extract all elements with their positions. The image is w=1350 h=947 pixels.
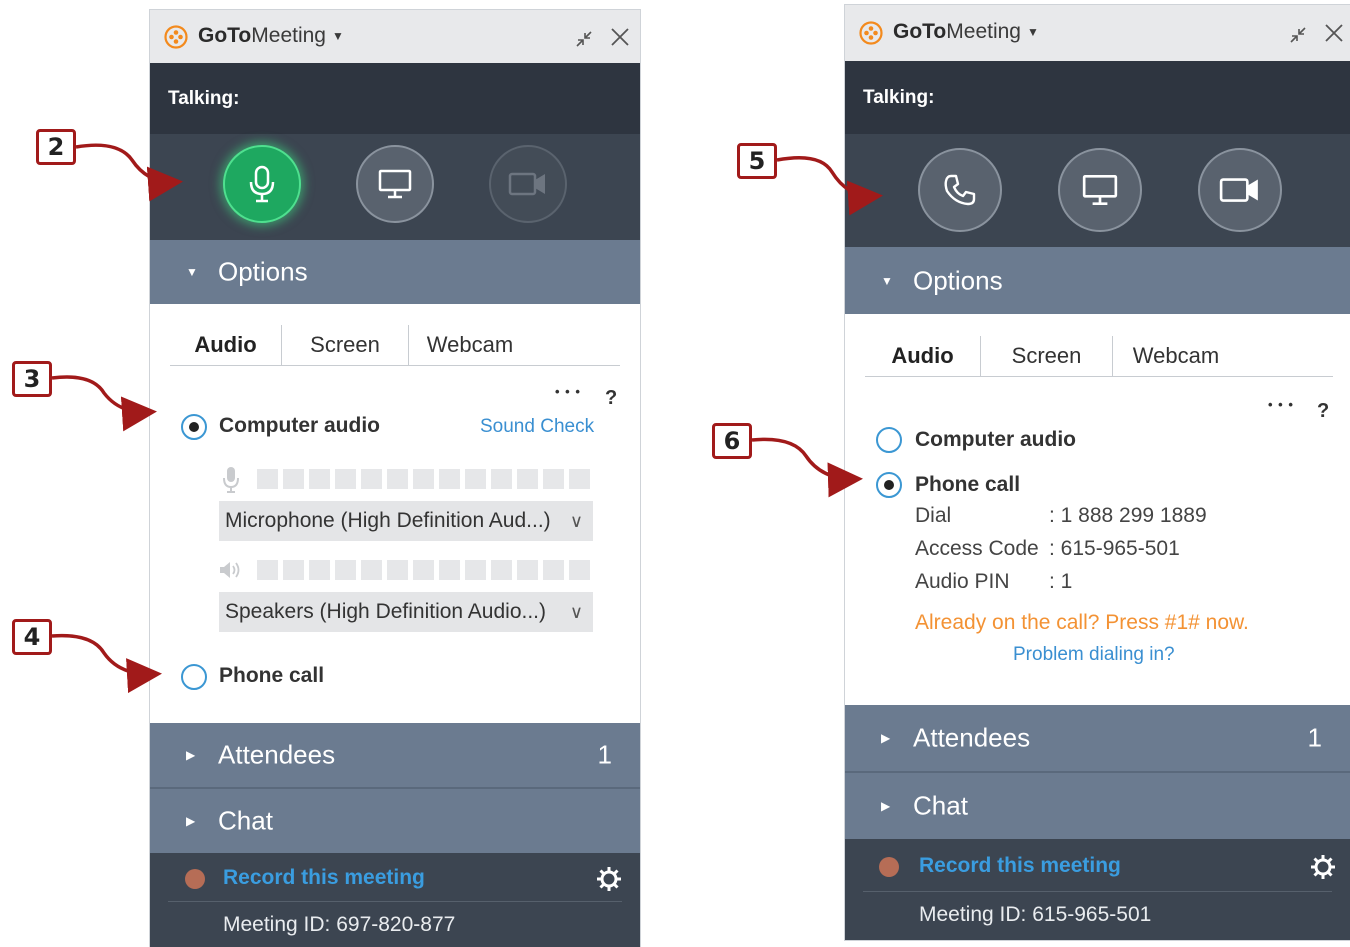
callout-badge-4: 4 xyxy=(12,619,52,655)
arrow-5 xyxy=(776,156,883,216)
callout-arrows xyxy=(51,143,883,694)
callout-badge-2: 2 xyxy=(36,129,76,165)
callout-badge-5: 5 xyxy=(737,143,777,179)
callout-badge-3: 3 xyxy=(12,361,52,397)
arrow-6 xyxy=(751,437,863,498)
arrow-2 xyxy=(75,143,183,202)
arrow-4 xyxy=(51,633,162,694)
arrow-3 xyxy=(51,375,157,432)
callout-badge-6: 6 xyxy=(712,423,752,459)
